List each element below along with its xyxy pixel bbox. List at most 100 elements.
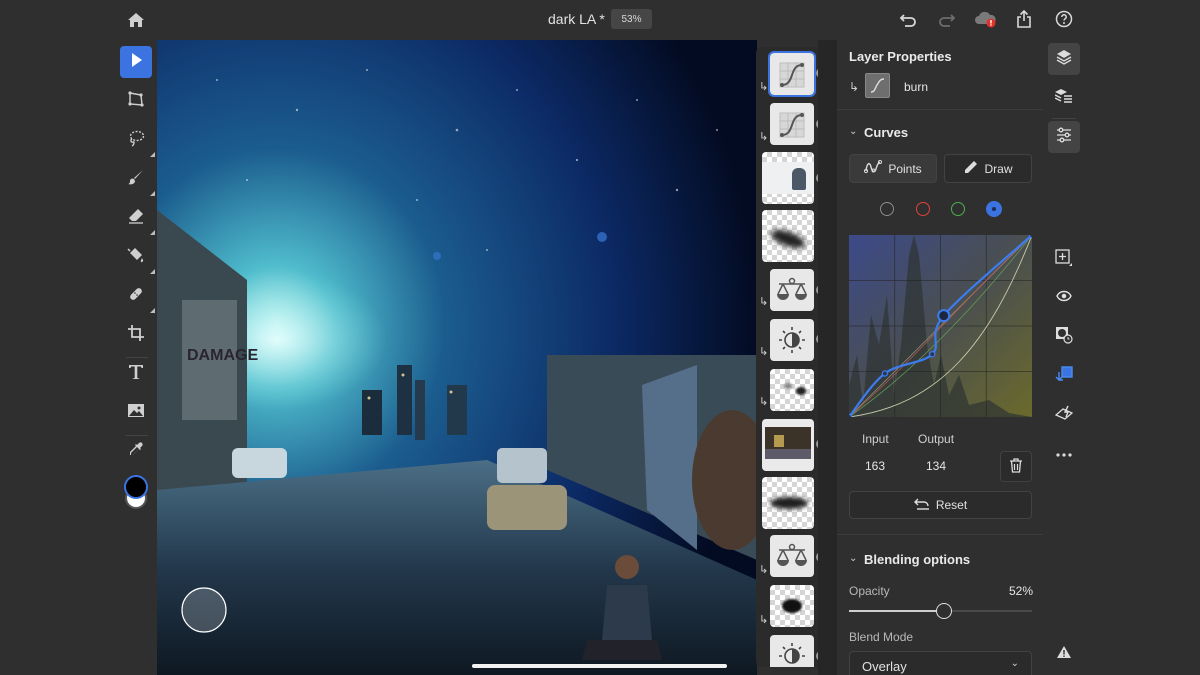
visibility-button[interactable] <box>1048 282 1080 314</box>
chevron-down-icon[interactable]: ⌄ <box>849 126 857 137</box>
eraser-tool[interactable] <box>120 202 155 235</box>
lasso-icon <box>127 129 145 152</box>
layer-thumb-brightness-contrast[interactable] <box>770 635 814 667</box>
channel-rgb-radio[interactable] <box>880 202 894 216</box>
delete-point-button[interactable] <box>1000 451 1032 482</box>
layers-icon <box>1056 49 1072 70</box>
layer-thumb-color-balance[interactable] <box>770 269 814 311</box>
chevron-down-icon: ⌄ <box>1010 658 1019 669</box>
reset-curves-button[interactable]: Reset <box>849 491 1032 519</box>
curves-section-title[interactable]: Curves <box>864 125 908 140</box>
crop-tool[interactable] <box>120 319 152 351</box>
share-icon[interactable] <box>1014 9 1034 29</box>
channel-blue-radio[interactable] <box>986 201 1002 217</box>
curves-icon <box>866 78 889 101</box>
eyedropper-icon <box>127 441 145 464</box>
curve-point-selected[interactable] <box>937 309 951 323</box>
home-icon[interactable] <box>126 10 146 30</box>
properties-panel: Layer Properties ↳ burn ⌄ Curves Points … <box>836 40 1044 675</box>
submenu-indicator <box>150 230 155 235</box>
clipping-arrow-icon: ↳ <box>759 131 769 143</box>
move-tool[interactable] <box>120 46 152 78</box>
layer-list-button[interactable] <box>1048 82 1080 114</box>
adjustments-panel-button[interactable] <box>1048 121 1080 153</box>
foreground-color-swatch[interactable] <box>124 475 148 499</box>
touch-modifier-button[interactable] <box>181 587 227 633</box>
healing-tool[interactable] <box>120 280 155 313</box>
document-title[interactable]: dark LA * <box>548 11 605 27</box>
place-image-tool[interactable] <box>120 397 152 429</box>
balance-scale-icon <box>770 543 814 577</box>
input-value[interactable]: 163 <box>865 459 885 473</box>
panel-divider <box>837 109 1044 110</box>
brush-tool[interactable] <box>120 163 155 196</box>
blend-mode-value: Overlay <box>862 658 907 674</box>
layers-panel-button[interactable] <box>1048 43 1080 75</box>
blend-mode-dropdown[interactable]: Overlay ⌄ <box>849 651 1032 675</box>
points-mode-button[interactable]: Points <box>849 154 937 183</box>
layer-thumb-brightness-contrast[interactable] <box>770 319 814 361</box>
cloud-sync-error-icon[interactable] <box>974 9 998 29</box>
clipping-arrow-icon: ↳ <box>759 614 769 626</box>
layers-thumbnail-strip[interactable]: ↳ ↳ ↳ ↳ ↳ ↳ ↳ <box>756 47 818 667</box>
curves-icon <box>770 112 814 145</box>
layer-thumb-boy-photo[interactable] <box>762 152 814 204</box>
layer-thumb-curves-selected[interactable] <box>768 51 816 97</box>
channel-red-radio[interactable] <box>916 202 930 216</box>
lasso-tool[interactable] <box>120 124 155 157</box>
channel-green-radio[interactable] <box>951 202 965 216</box>
layer-thumb-color-balance[interactable] <box>770 535 814 577</box>
mask-icon <box>1055 326 1073 349</box>
curve-point[interactable] <box>928 350 936 358</box>
output-value[interactable]: 134 <box>926 459 946 473</box>
image-icon <box>127 403 145 423</box>
fill-tool[interactable] <box>120 241 155 274</box>
submenu-indicator <box>150 269 155 274</box>
zoom-level-badge[interactable]: 53% <box>611 9 652 29</box>
opacity-value[interactable]: 52% <box>1009 584 1033 598</box>
more-options-button[interactable] <box>1048 437 1080 469</box>
clipping-arrow-icon: ↳ <box>759 564 769 576</box>
transform-tool[interactable] <box>120 85 152 117</box>
photoshop-app: dark LA * 53% DAMAGE ↳ ↳ ↳ ↳ ↳ ↳ ↳ Layer… <box>0 0 1200 675</box>
curve-point[interactable] <box>881 370 889 377</box>
eyedropper-tool[interactable] <box>120 436 152 468</box>
brush-icon <box>127 168 145 191</box>
document-canvas[interactable]: DAMAGE <box>157 40 757 675</box>
transform-icon <box>127 90 145 113</box>
type-tool[interactable] <box>120 358 152 390</box>
clipping-mask-button[interactable] <box>1048 360 1080 392</box>
layer-thumb-mask[interactable] <box>762 477 814 529</box>
opacity-slider[interactable] <box>849 603 1032 619</box>
chevron-down-icon[interactable]: ⌄ <box>849 553 857 564</box>
clipping-arrow-icon: ↳ <box>759 346 769 358</box>
layer-thumb-mask[interactable] <box>762 210 814 262</box>
slider-thumb[interactable] <box>936 603 953 619</box>
undo-icon[interactable] <box>898 10 918 30</box>
home-indicator-bar[interactable] <box>472 664 727 668</box>
warning-button[interactable] <box>1048 638 1080 670</box>
curves-graph[interactable] <box>845 231 1036 421</box>
blending-section-title[interactable]: Blending options <box>864 552 970 567</box>
help-icon[interactable] <box>1054 9 1074 29</box>
rail-divider <box>1052 118 1076 119</box>
layer-thumb-mask[interactable] <box>770 369 814 411</box>
curves-icon <box>770 62 814 95</box>
layer-name[interactable]: burn <box>904 80 928 94</box>
add-layer-button[interactable] <box>1048 244 1080 276</box>
curve-point[interactable] <box>1028 231 1036 239</box>
curve-point[interactable] <box>845 413 853 421</box>
opacity-label: Opacity <box>849 584 890 598</box>
color-swatches[interactable] <box>124 475 150 515</box>
quick-actions-button[interactable] <box>1048 399 1080 431</box>
right-rail <box>1043 40 1085 675</box>
points-curve-icon <box>864 159 883 177</box>
layer-thumb-street-photo[interactable] <box>762 419 814 471</box>
layer-thumb-mask[interactable] <box>770 585 814 627</box>
redo-icon[interactable] <box>937 10 957 30</box>
mask-button[interactable] <box>1048 321 1080 353</box>
trash-icon <box>1009 457 1023 476</box>
reset-label: Reset <box>935 498 968 512</box>
draw-mode-button[interactable]: Draw <box>944 154 1032 183</box>
layer-thumb-curves[interactable] <box>770 103 814 145</box>
